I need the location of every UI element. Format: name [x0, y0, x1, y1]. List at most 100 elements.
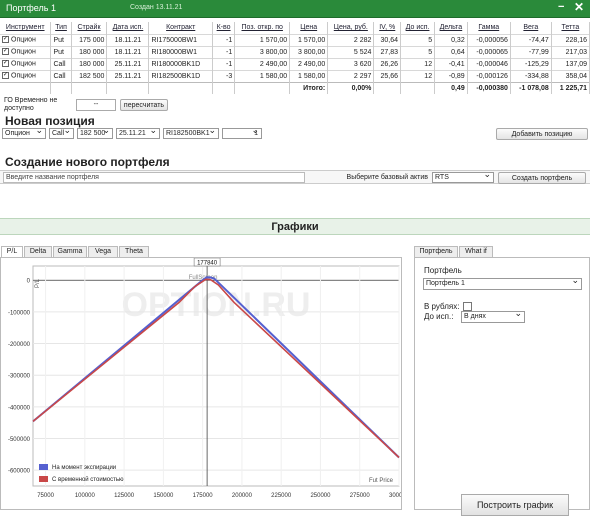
table-cell: 2 490,00 — [289, 57, 329, 70]
base-asset-select[interactable]: RTS — [432, 170, 494, 183]
table-cell: -0,000065 — [467, 45, 511, 58]
x-tick-label: 275000 — [350, 493, 371, 499]
instrument-text: Опцион — [11, 60, 36, 68]
add-position-button[interactable]: Добавить позицию — [496, 128, 588, 140]
portfolio-select-label: Портфель — [424, 266, 462, 275]
build-chart-button[interactable]: Построить график — [461, 494, 569, 516]
minimize-icon[interactable]: − — [558, 1, 564, 13]
pl-chart-box: OPTION.RU 0 -100000 -200000 -300000 -400000 -5… — [0, 257, 410, 510]
table-cell: -77,99 — [510, 45, 552, 58]
rub-checkbox[interactable] — [463, 302, 472, 311]
column-header[interactable]: Контракт — [148, 22, 213, 34]
y-tick-label: -200000 — [8, 342, 31, 348]
expiration-select[interactable]: В днях — [461, 309, 525, 323]
table-cell: 3 800,00 — [234, 45, 291, 58]
table-cell: 12 — [400, 69, 436, 82]
table-cell: 27,83 — [373, 45, 402, 58]
new-portfolio-row: Введите название портфеля Выберите базов… — [0, 170, 590, 184]
table-cell: 5 — [400, 33, 436, 46]
table-row[interactable]: ✓ Опцион Put 180 000 18.11.21 RI180000BW1 -1 3 … — [0, 45, 590, 58]
table-cell: 18.11.21 — [106, 33, 150, 46]
close-icon[interactable]: ✕ — [574, 0, 584, 14]
table-row[interactable]: ✓ Опцион Put 175 000 18.11.21 RI175000BW1 -1 1 … — [0, 33, 590, 46]
created-date: Создан 13.11.21 — [130, 4, 183, 11]
go-input[interactable]: -- — [76, 99, 116, 111]
portfolio-name-input[interactable]: Введите название портфеля — [3, 172, 305, 183]
table-cell: -74,47 — [510, 33, 552, 46]
create-portfolio-button[interactable]: Создать портфель — [498, 172, 586, 184]
y-tick-label: -300000 — [8, 374, 31, 380]
instrument-select[interactable]: Опцион — [2, 126, 46, 139]
column-header[interactable]: Поз. откр. по — [234, 22, 291, 34]
type-select[interactable]: Call — [49, 126, 74, 139]
column-header[interactable]: Цена — [289, 22, 329, 34]
column-header[interactable]: Вега — [510, 22, 552, 34]
portfolio-select[interactable]: Портфель 1 — [423, 276, 582, 290]
x-tick-label: 225000 — [271, 493, 292, 499]
table-cell: 358,04 — [551, 69, 590, 82]
table-cell: Put — [50, 33, 72, 46]
contract-select[interactable]: RI182500BK1 — [163, 126, 219, 139]
table-cell: -1 — [212, 33, 236, 46]
table-cell: -3 — [212, 69, 236, 82]
table-cell: ✓ Опцион — [0, 33, 52, 46]
row-checkbox[interactable]: ✓ — [2, 36, 9, 44]
table-cell: Call — [50, 57, 72, 70]
table-cell: 5 524 — [327, 45, 375, 58]
y-tick-label: 0 — [27, 279, 31, 285]
expiration-label: До исп.: — [424, 312, 454, 321]
column-header[interactable]: Гамма — [467, 22, 511, 34]
table-cell: -1 — [212, 57, 236, 70]
table-cell: 30,64 — [373, 33, 402, 46]
column-header[interactable]: IV, % — [373, 22, 402, 34]
column-header[interactable]: Тетта — [551, 22, 590, 34]
row-checkbox[interactable]: ✓ — [2, 72, 9, 80]
pl-chart[interactable]: OPTION.RU 0 -100000 -200000 -300000 -400000 -5… — [1, 257, 410, 509]
window-titlebar: Портфель 1 Создан 13.11.21 − ✕ — [0, 0, 590, 18]
quantity-input[interactable]: 1 — [222, 126, 262, 139]
x-tick-label: 175000 — [193, 493, 214, 499]
x-tick-label: 250000 — [310, 493, 331, 499]
table-cell: 25.11.21 — [106, 69, 150, 82]
table-cell: 182 500 — [71, 69, 108, 82]
empty-cell — [0, 81, 52, 94]
date-select[interactable]: 25.11.21 — [116, 126, 160, 139]
y-tick-label: -500000 — [8, 437, 31, 443]
column-header[interactable]: Цена, руб. — [327, 22, 375, 34]
new-position-heading: Новая позиция — [5, 114, 95, 128]
column-header[interactable]: Страйк — [71, 22, 108, 34]
column-header[interactable]: Инструмент — [0, 22, 52, 34]
x-tick-label: 300000 — [389, 493, 401, 499]
recalculate-button[interactable]: пересчитать — [120, 99, 168, 111]
chart-settings-panel: Портфель What if Портфель Портфель 1 В р… — [414, 246, 590, 516]
table-cell: Put — [50, 45, 72, 58]
total-cell: -1 078,08 — [510, 81, 552, 94]
column-header[interactable]: К-во — [212, 22, 236, 34]
total-cell: 1 225,71 — [551, 81, 590, 94]
x-tick-label: 75000 — [37, 493, 54, 499]
legend-label: На момент экспирации — [52, 465, 116, 471]
column-header[interactable]: Тип — [50, 22, 72, 34]
table-cell: 25.11.21 — [106, 57, 150, 70]
row-checkbox[interactable]: ✓ — [2, 48, 9, 56]
table-row[interactable]: ✓ Опцион Call 182 500 25.11.21 RI182500BK1D -3… — [0, 69, 590, 82]
table-cell: 1 570,00 — [234, 33, 291, 46]
table-cell: 0,32 — [434, 33, 468, 46]
total-cell: 0,00% — [327, 81, 375, 94]
go-label: ГО Временно не доступно — [4, 97, 58, 112]
table-cell: 1 580,00 — [234, 69, 291, 82]
empty-cell — [212, 81, 236, 94]
table-cell: -334,88 — [510, 69, 552, 82]
legend-swatch — [39, 464, 48, 470]
column-header[interactable]: Дата исп. — [106, 22, 150, 34]
table-cell: 0,64 — [434, 45, 468, 58]
table-cell: 3 620 — [327, 57, 375, 70]
empty-cell — [234, 81, 291, 94]
strike-select[interactable]: 182 500 — [77, 126, 113, 139]
table-row[interactable]: ✓ Опцион Call 180 000 25.11.21 RI180000BK1D -1… — [0, 57, 590, 70]
row-checkbox[interactable]: ✓ — [2, 60, 9, 68]
column-header[interactable]: До исп. — [400, 22, 436, 34]
x-tick-label: 200000 — [232, 493, 253, 499]
column-header[interactable]: Дельта — [434, 22, 468, 34]
y-tick-label: -600000 — [8, 469, 31, 475]
